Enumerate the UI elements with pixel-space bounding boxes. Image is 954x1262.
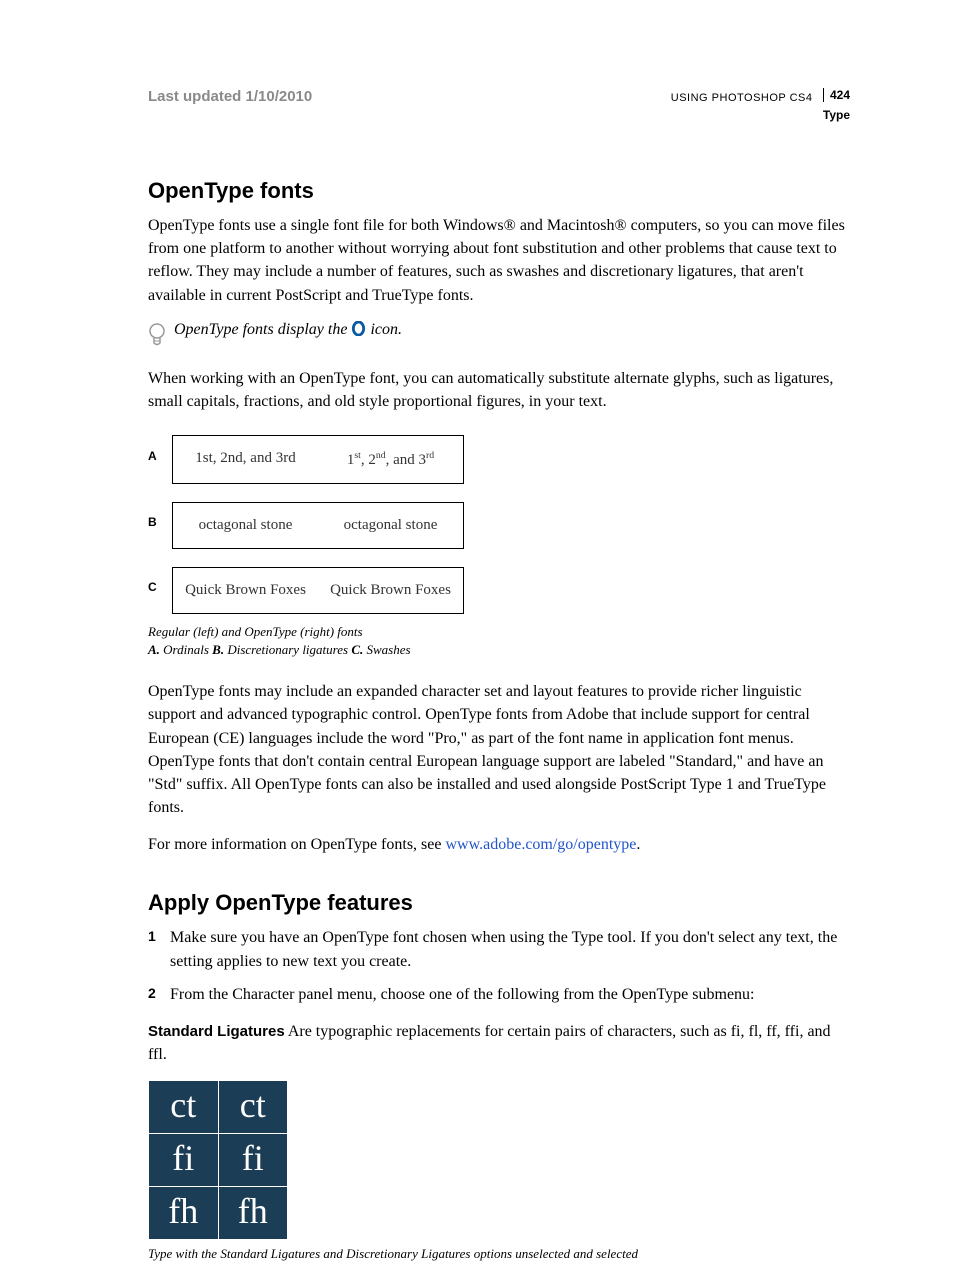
paragraph: When working with an OpenType font, you … [148,367,850,413]
step-item: Make sure you have an OpenType font chos… [148,926,850,972]
figure-caption: Regular (left) and OpenType (right) font… [148,624,850,640]
figure-cell: octagonal stone [318,503,463,548]
page-number: 424 [823,88,850,102]
opentype-o-icon [351,321,366,336]
tip-callout: OpenType fonts display the icon. [148,321,850,349]
figure-caption: Type with the Standard Ligatures and Dis… [148,1246,850,1262]
lig-cell: fi [149,1134,219,1187]
figure-opentype-comparison: A 1st, 2nd, and 3rd 1st, 2nd, and 3rd B … [148,427,850,658]
paragraph: OpenType fonts may include an expanded c… [148,680,850,819]
paragraph: For more information on OpenType fonts, … [148,833,850,856]
opentype-info-link[interactable]: www.adobe.com/go/opentype [445,836,636,853]
figure-row-label: B [148,515,166,529]
lig-cell: ct [149,1081,219,1134]
heading-apply-opentype: Apply OpenType features [148,890,850,916]
figure-ligatures: ctct fifi fhfh [148,1080,288,1240]
lig-cell: fh [218,1187,288,1240]
figure-cell: 1st, 2nd, and 3rd [173,436,318,483]
document-page: Last updated 1/10/2010 USING PHOTOSHOP C… [0,0,954,1235]
figure-cell: Quick Brown Foxes [173,568,318,613]
document-title: USING PHOTOSHOP CS4 [671,92,813,104]
figure-caption-keys: A. Ordinals B. Discretionary ligatures C… [148,642,850,658]
page-header: Last updated 1/10/2010 USING PHOTOSHOP C… [148,88,850,122]
figure-cell: octagonal stone [173,503,318,548]
lig-cell: fh [149,1187,219,1240]
lig-cell: fi [218,1134,288,1187]
paragraph: OpenType fonts use a single font file fo… [148,214,850,307]
lig-cell: ct [218,1081,288,1134]
figure-cell: Quick Brown Foxes [318,568,463,613]
figure-row-label: A [148,449,166,463]
last-updated: Last updated 1/10/2010 [148,88,312,105]
step-item: From the Character panel menu, choose on… [148,983,850,1006]
lightbulb-icon [148,323,166,349]
figure-cell: 1st, 2nd, and 3rd [318,436,463,483]
section-name: Type [671,108,850,122]
heading-opentype-fonts: OpenType fonts [148,178,850,204]
figure-row-label: C [148,580,166,594]
definition-standard-ligatures: Standard Ligatures Are typographic repla… [148,1020,850,1066]
steps-list: Make sure you have an OpenType font chos… [148,926,850,1006]
tip-text: OpenType fonts display the icon. [174,321,402,339]
header-right: USING PHOTOSHOP CS4 424 Type [671,88,850,122]
